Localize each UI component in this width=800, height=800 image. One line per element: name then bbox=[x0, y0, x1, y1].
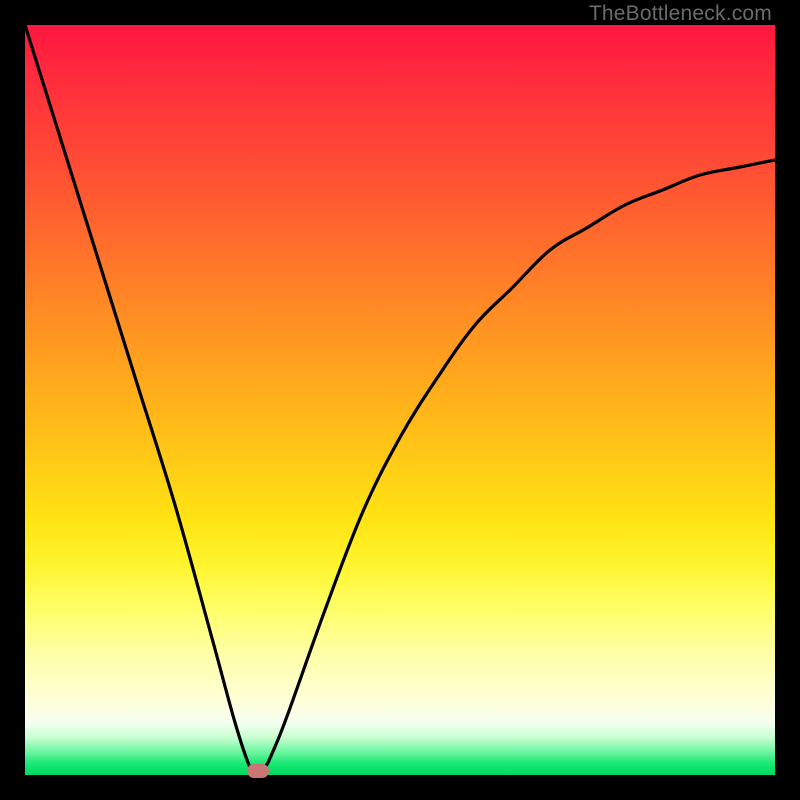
watermark-text: TheBottleneck.com bbox=[589, 2, 772, 26]
bottleneck-curve bbox=[25, 25, 775, 775]
optimal-point-marker bbox=[247, 764, 269, 778]
